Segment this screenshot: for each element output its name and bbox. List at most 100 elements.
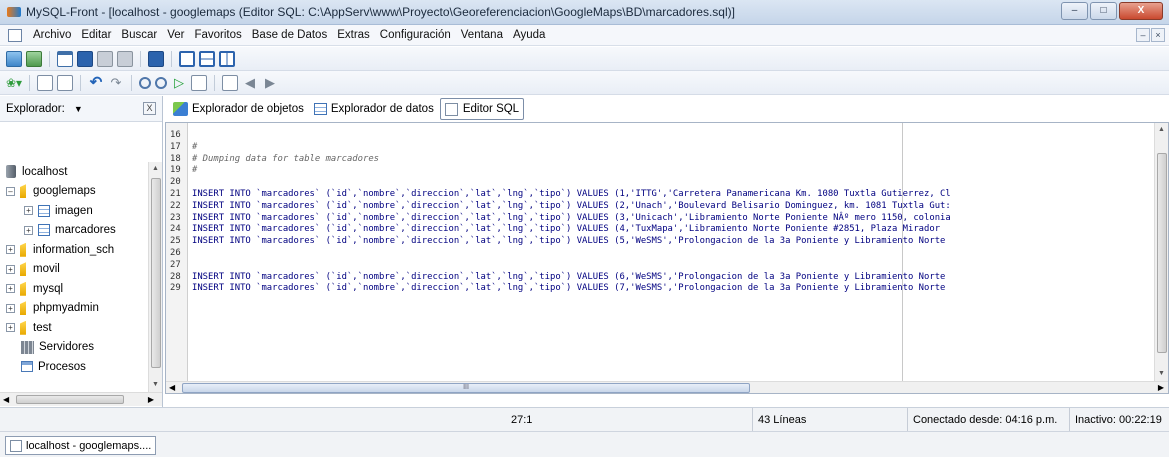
- back-arrow-icon[interactable]: ◀: [242, 75, 258, 91]
- document-menu-icon[interactable]: [8, 28, 22, 42]
- code-text: INSERT INTO `marcadores` (`id`,`nombre`,…: [192, 200, 951, 211]
- run-selection-icon[interactable]: [191, 74, 207, 91]
- close-button[interactable]: X: [1119, 2, 1163, 20]
- menu-ver[interactable]: Ver: [162, 29, 189, 41]
- window-layout-horizontal-icon[interactable]: [199, 50, 215, 67]
- tree-item-procesos[interactable]: Procesos: [0, 357, 148, 377]
- tree-item-imagen[interactable]: + imagen: [0, 201, 148, 221]
- tree-item-information-schema[interactable]: + information_sch: [0, 240, 148, 260]
- menu-favoritos[interactable]: Favoritos: [189, 29, 246, 41]
- new-table-icon[interactable]: [57, 50, 73, 67]
- scroll-thumb[interactable]: III: [182, 383, 750, 393]
- code-line[interactable]: 21 INSERT INTO `marcadores` (`id`,`nombre…: [166, 189, 1158, 201]
- tree-item-label: information_sch: [33, 243, 115, 256]
- scroll-left-arrow-icon[interactable]: ◀: [3, 393, 9, 406]
- menu-ventana[interactable]: Ventana: [456, 29, 508, 41]
- maximize-button[interactable]: □: [1090, 2, 1117, 20]
- code-line[interactable]: 24 INSERT INTO `marcadores` (`id`,`nombre…: [166, 224, 1158, 236]
- tree-item-marcadores[interactable]: + marcadores: [0, 221, 148, 241]
- forward-arrow-icon[interactable]: ▶: [262, 75, 278, 91]
- line-number: 18: [170, 153, 181, 164]
- tab-sql-editor[interactable]: Editor SQL: [439, 98, 525, 120]
- code-line[interactable]: 27: [166, 260, 1158, 272]
- replace-icon[interactable]: [155, 76, 167, 89]
- scroll-thumb[interactable]: [151, 178, 161, 368]
- connect-database-icon[interactable]: [6, 50, 22, 67]
- tab-object-explorer[interactable]: Explorador de objetos: [169, 98, 308, 120]
- open-file-icon[interactable]: [37, 74, 53, 91]
- window-layout-single-icon[interactable]: [179, 50, 195, 67]
- scroll-down-arrow-icon[interactable]: ▼: [1155, 367, 1168, 381]
- expand-toggle[interactable]: +: [6, 284, 15, 294]
- expand-toggle[interactable]: +: [6, 264, 15, 274]
- expand-toggle[interactable]: +: [24, 225, 33, 235]
- explorer-close-button[interactable]: X: [143, 102, 156, 115]
- scroll-left-arrow-icon[interactable]: ◀: [169, 382, 175, 393]
- run-sql-icon[interactable]: ▷: [171, 75, 187, 91]
- code-line[interactable]: 20: [166, 177, 1158, 189]
- code-line[interactable]: 19 #: [166, 165, 1158, 177]
- undo-icon[interactable]: ↶: [88, 74, 104, 91]
- mdi-restore-button[interactable]: ×: [1151, 28, 1165, 42]
- minimize-button[interactable]: –: [1061, 2, 1088, 20]
- tree-item-phpmyadmin[interactable]: + phpmyadmin: [0, 299, 148, 319]
- window-layout-vertical-icon[interactable]: [219, 50, 235, 67]
- code-line[interactable]: 22 INSERT INTO `marcadores` (`id`,`nombre…: [166, 201, 1158, 213]
- scroll-thumb[interactable]: [1157, 153, 1167, 353]
- scroll-up-arrow-icon[interactable]: ▲: [1155, 123, 1168, 137]
- collapse-toggle[interactable]: –: [6, 186, 15, 196]
- scroll-thumb[interactable]: [16, 395, 124, 404]
- expand-toggle[interactable]: +: [6, 323, 15, 333]
- sql-editor[interactable]: 16 17 #18 # Dumping data for table marcador…: [165, 122, 1169, 394]
- expand-toggle[interactable]: +: [24, 206, 33, 216]
- delete-icon[interactable]: [117, 50, 133, 67]
- toolbar-separator: [171, 50, 172, 67]
- menu-configuracion[interactable]: Configuración: [375, 29, 456, 41]
- copy-icon[interactable]: [97, 50, 113, 67]
- expand-toggle[interactable]: +: [6, 245, 15, 255]
- menu-base-de-datos[interactable]: Base de Datos: [247, 29, 332, 41]
- tree-item-servidores[interactable]: Servidores: [0, 338, 148, 358]
- code-line[interactable]: 17 #: [166, 142, 1158, 154]
- scroll-down-arrow-icon[interactable]: ▼: [149, 378, 162, 392]
- redo-icon[interactable]: ↷: [108, 75, 124, 91]
- scroll-up-arrow-icon[interactable]: ▲: [149, 162, 162, 176]
- scroll-right-arrow-icon[interactable]: ▶: [1158, 382, 1164, 393]
- tree-item-mysql[interactable]: + mysql: [0, 279, 148, 299]
- code-line[interactable]: 23 INSERT INTO `marcadores` (`id`,`nombre…: [166, 213, 1158, 225]
- editor-horizontal-scrollbar[interactable]: ◀ III ▶: [166, 381, 1168, 393]
- code-line[interactable]: 18 # Dumping data for table marcadores: [166, 154, 1158, 166]
- explorer-vertical-scrollbar[interactable]: ▲ ▼: [148, 162, 162, 392]
- export-icon[interactable]: [222, 74, 238, 91]
- window-tab-localhost-googlemaps[interactable]: localhost - googlemaps....: [5, 436, 157, 455]
- tree-item-test[interactable]: + test: [0, 318, 148, 338]
- mysql-front-app-icon[interactable]: [6, 4, 22, 20]
- new-database-icon[interactable]: [77, 50, 93, 67]
- code-line[interactable]: 16: [166, 130, 1158, 142]
- tree-item-movil[interactable]: + movil: [0, 260, 148, 280]
- properties-icon[interactable]: [148, 50, 164, 67]
- save-file-icon[interactable]: [57, 74, 73, 91]
- favorites-dropdown-icon[interactable]: ❀▾: [6, 75, 22, 91]
- menu-editar[interactable]: Editar: [76, 29, 116, 41]
- code-line[interactable]: 25 INSERT INTO `marcadores` (`id`,`nombre…: [166, 236, 1158, 248]
- tree-item-googlemaps[interactable]: – googlemaps: [0, 182, 148, 202]
- scroll-right-arrow-icon[interactable]: ▶: [148, 393, 154, 406]
- code-line[interactable]: 26: [166, 248, 1158, 260]
- explorer-dropdown[interactable]: Explorador: ▼: [6, 103, 83, 115]
- data-grid-icon: [313, 103, 327, 115]
- menu-buscar[interactable]: Buscar: [116, 29, 162, 41]
- search-icon[interactable]: [139, 76, 151, 89]
- menu-extras[interactable]: Extras: [332, 29, 375, 41]
- mdi-minimize-button[interactable]: –: [1136, 28, 1150, 42]
- code-line[interactable]: 29 INSERT INTO `marcadores` (`id`,`nombre…: [166, 283, 1158, 295]
- tab-data-explorer[interactable]: Explorador de datos: [310, 98, 438, 120]
- code-line[interactable]: 28 INSERT INTO `marcadores` (`id`,`nombre…: [166, 272, 1158, 284]
- menu-ayuda[interactable]: Ayuda: [508, 29, 550, 41]
- menu-archivo[interactable]: Archivo: [28, 29, 76, 41]
- expand-toggle[interactable]: +: [6, 303, 15, 313]
- editor-vertical-scrollbar[interactable]: ▲ ▼: [1154, 123, 1168, 381]
- tree-item-localhost[interactable]: localhost: [0, 162, 148, 182]
- disconnect-database-icon[interactable]: [26, 50, 42, 67]
- explorer-horizontal-scrollbar[interactable]: ◀ ▶: [0, 392, 162, 406]
